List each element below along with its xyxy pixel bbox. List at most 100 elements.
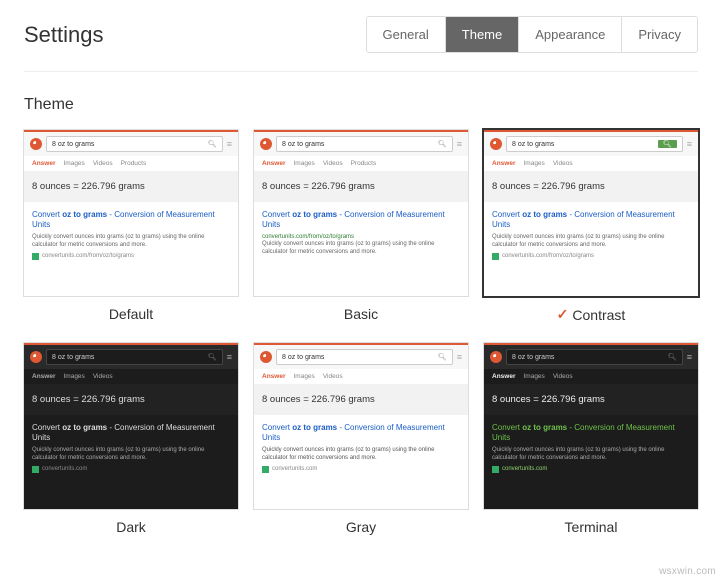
result-desc: Quickly convert ounces into grams (oz to… — [262, 446, 460, 463]
favicon-icon — [262, 466, 269, 473]
search-query: 8 oz to grams — [52, 354, 94, 361]
nav-products: Products — [351, 160, 377, 167]
search-icon: 🔍︎ — [438, 140, 447, 148]
menu-icon: ≡ — [457, 139, 462, 149]
search-bar: 8 oz to grams 🔍︎ ≡ — [254, 132, 468, 156]
nav-images: Images — [293, 373, 314, 380]
duckduckgo-logo-icon — [30, 138, 42, 150]
theme-preview-terminal[interactable]: 8 oz to grams 🔍︎ ≡ Answer Images Videos … — [484, 343, 698, 509]
search-bar: 8 oz to grams 🔍︎ ≡ — [254, 345, 468, 369]
result-desc: Quickly convert ounces into grams (oz to… — [492, 233, 690, 250]
nav-videos: Videos — [553, 160, 573, 167]
search-bar: 8 oz to grams 🔍︎ ≡ — [24, 345, 238, 369]
theme-preview-basic[interactable]: 8 oz to grams 🔍︎ ≡ Answer Images VideosP… — [254, 130, 468, 296]
theme-preview-gray[interactable]: 8 oz to grams 🔍︎ ≡ Answer Images Videos … — [254, 343, 468, 509]
result-url: convertunits.com/from/oz/to/grams — [492, 253, 690, 260]
theme-option-default[interactable]: 8 oz to grams 🔍︎ ≡ Answer Images VideosP… — [24, 130, 238, 323]
search-icon: 🔍︎ — [208, 353, 217, 361]
theme-grid: 8 oz to grams 🔍︎ ≡ Answer Images VideosP… — [24, 130, 698, 535]
menu-icon: ≡ — [687, 139, 692, 149]
result-title: Convert oz to grams - Conversion of Meas… — [262, 423, 460, 444]
duckduckgo-logo-icon — [490, 138, 502, 150]
nav-videos: Videos — [93, 160, 113, 167]
result-desc: Quickly convert ounces into grams (oz to… — [32, 233, 230, 250]
theme-option-dark[interactable]: 8 oz to grams 🔍︎ ≡ Answer Images Videos … — [24, 343, 238, 535]
theme-preview-default[interactable]: 8 oz to grams 🔍︎ ≡ Answer Images VideosP… — [24, 130, 238, 296]
result-nav: Answer Images Videos — [24, 369, 238, 384]
tab-privacy[interactable]: Privacy — [622, 17, 697, 52]
favicon-icon — [32, 466, 39, 473]
theme-option-basic[interactable]: 8 oz to grams 🔍︎ ≡ Answer Images VideosP… — [254, 130, 468, 323]
tab-appearance[interactable]: Appearance — [519, 17, 622, 52]
menu-icon: ≡ — [227, 139, 232, 149]
search-button: 🔍︎ — [658, 140, 677, 148]
search-input: 8 oz to grams 🔍︎ — [276, 349, 453, 365]
duckduckgo-logo-icon — [260, 138, 272, 150]
menu-icon: ≡ — [227, 352, 232, 362]
instant-answer: 8 ounces = 226.796 grams — [254, 384, 468, 415]
theme-option-gray[interactable]: 8 oz to grams 🔍︎ ≡ Answer Images Videos … — [254, 343, 468, 535]
search-query: 8 oz to grams — [512, 354, 554, 361]
search-result: Convert oz to grams - Conversion of Meas… — [24, 202, 238, 266]
answer-text: 8 ounces = 226.796 grams — [492, 394, 690, 405]
answer-text: 8 ounces = 226.796 grams — [32, 181, 230, 192]
answer-text: 8 ounces = 226.796 grams — [262, 394, 460, 405]
result-desc: Quickly convert ounces into grams (oz to… — [492, 446, 690, 463]
instant-answer: 8 ounces = 226.796 grams — [24, 171, 238, 202]
result-nav: Answer Images Videos — [254, 369, 468, 384]
answer-text: 8 ounces = 226.796 grams — [262, 181, 460, 192]
result-title: Convert oz to grams - Conversion of Meas… — [32, 210, 230, 231]
theme-preview-dark[interactable]: 8 oz to grams 🔍︎ ≡ Answer Images Videos … — [24, 343, 238, 509]
result-title: Convert oz to grams - Conversion of Meas… — [492, 210, 690, 231]
nav-images: Images — [63, 373, 84, 380]
favicon-icon — [492, 466, 499, 473]
instant-answer: 8 ounces = 226.796 grams — [254, 171, 468, 202]
result-url: convertunits.com — [492, 466, 690, 473]
search-query: 8 oz to grams — [282, 354, 324, 361]
result-title: Convert oz to grams - Conversion of Meas… — [492, 423, 690, 444]
duckduckgo-logo-icon — [260, 351, 272, 363]
search-query: 8 oz to grams — [282, 141, 324, 148]
nav-answer: Answer — [32, 160, 55, 167]
menu-icon: ≡ — [457, 352, 462, 362]
result-url: convertunits.com/from/oz/to/grams — [32, 253, 230, 260]
tab-general[interactable]: General — [367, 17, 446, 52]
result-nav: Answer Images Videos — [484, 369, 698, 384]
nav-answer: Answer — [262, 373, 285, 380]
search-bar: 8 oz to grams 🔍︎ ≡ — [484, 345, 698, 369]
result-title: Convert oz to grams - Conversion of Meas… — [262, 210, 460, 231]
search-input: 8 oz to grams 🔍︎ — [506, 136, 683, 152]
result-url: convertunits.com — [262, 466, 460, 473]
instant-answer: 8 ounces = 226.796 grams — [484, 171, 698, 202]
nav-videos: Videos — [553, 373, 573, 380]
search-icon: 🔍︎ — [208, 140, 217, 148]
result-desc: Quickly convert ounces into grams (oz to… — [32, 446, 230, 463]
theme-preview-contrast[interactable]: 8 oz to grams 🔍︎ ≡ Answer Images Videos … — [484, 130, 698, 296]
result-nav: Answer Images VideosProducts — [254, 156, 468, 171]
answer-text: 8 ounces = 226.796 grams — [32, 394, 230, 405]
nav-answer: Answer — [32, 373, 55, 380]
search-icon: 🔍︎ — [438, 353, 447, 361]
nav-answer: Answer — [492, 373, 515, 380]
search-icon: 🔍︎ — [668, 353, 677, 361]
result-nav: Answer Images Videos — [484, 156, 698, 171]
search-bar: 8 oz to grams 🔍︎ ≡ — [484, 132, 698, 156]
nav-videos: Videos — [323, 373, 343, 380]
result-title: Convert oz to grams - Conversion of Meas… — [32, 423, 230, 444]
result-nav: Answer Images VideosProducts — [24, 156, 238, 171]
search-result: Convert oz to grams - Conversion of Meas… — [24, 415, 238, 479]
theme-option-contrast[interactable]: 8 oz to grams 🔍︎ ≡ Answer Images Videos … — [484, 130, 698, 323]
settings-header: Settings GeneralThemeAppearancePrivacy — [24, 16, 698, 72]
duckduckgo-logo-icon — [490, 351, 502, 363]
theme-option-terminal[interactable]: 8 oz to grams 🔍︎ ≡ Answer Images Videos … — [484, 343, 698, 535]
search-input: 8 oz to grams 🔍︎ — [46, 136, 223, 152]
favicon-icon — [32, 253, 39, 260]
duckduckgo-logo-icon — [30, 351, 42, 363]
tab-theme[interactable]: Theme — [446, 17, 519, 52]
menu-icon: ≡ — [687, 352, 692, 362]
page-title: Settings — [24, 22, 104, 48]
theme-label: Default — [109, 306, 153, 322]
instant-answer: 8 ounces = 226.796 grams — [24, 384, 238, 415]
theme-label: ✓Contrast — [557, 306, 626, 323]
result-url: convertunits.com — [32, 466, 230, 473]
